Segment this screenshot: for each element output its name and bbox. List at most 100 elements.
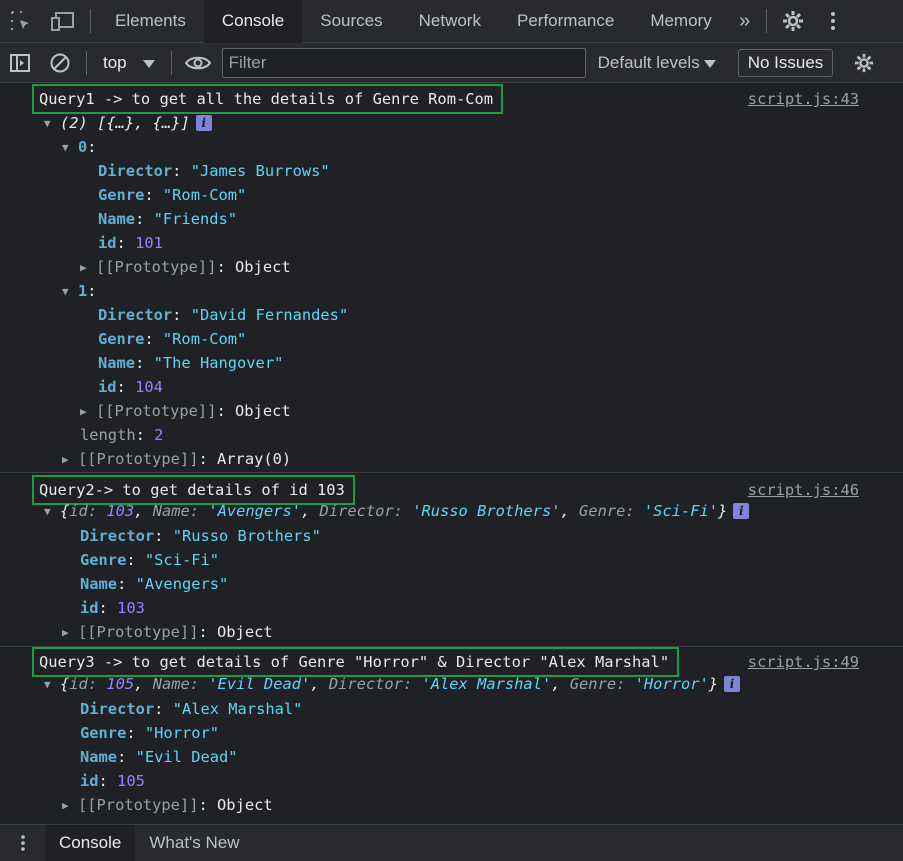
info-icon[interactable]: i (195, 115, 212, 131)
string-value: "Friends" (153, 210, 238, 228)
settings-gear-icon[interactable] (773, 0, 813, 43)
object-preview-row[interactable]: ▼ {id: 103, Name: 'Avengers', Director: '… (44, 499, 750, 524)
property-row: id: 101 (98, 234, 163, 252)
tab-performance[interactable]: Performance (499, 0, 632, 43)
array-summary-row[interactable]: ▼ (2) [{…}, {…}] i (44, 111, 212, 136)
string-value: "Rom-Com" (162, 186, 247, 204)
string-value: "Russo Brothers" (172, 527, 321, 545)
prototype-value: Object (217, 796, 273, 814)
prototype-row[interactable]: ▶ [[Prototype]]: Object (80, 255, 291, 280)
preview-name: 'Evil Dead' (208, 675, 311, 693)
property-row: Name: "Evil Dead" (80, 748, 238, 766)
source-link[interactable]: script.js:49 (748, 650, 859, 674)
string-value: "David Fernandes" (190, 306, 349, 324)
array-item-row[interactable]: ▼ 1: (62, 279, 97, 304)
property-key: id (98, 234, 117, 252)
expand-triangle-icon[interactable]: ▶ (62, 621, 78, 645)
tab-network[interactable]: Network (401, 0, 499, 43)
string-value: "The Hangover" (153, 354, 284, 372)
property-key: Name (98, 354, 136, 372)
tab-elements[interactable]: Elements (97, 0, 204, 43)
property-key: Director (80, 527, 155, 545)
tabbar-divider (90, 9, 91, 33)
string-value: "Rom-Com" (162, 330, 247, 348)
expand-triangle-icon[interactable]: ▼ (44, 112, 60, 136)
console-message: Query2-> to get details of id 103 script… (0, 473, 903, 647)
source-link[interactable]: script.js:43 (748, 87, 859, 111)
number-value: 103 (117, 599, 145, 617)
prototype-key: [[Prototype]] (78, 623, 199, 641)
expand-triangle-icon[interactable]: ▼ (44, 500, 60, 524)
tab-sources[interactable]: Sources (302, 0, 400, 43)
expand-triangle-icon[interactable]: ▶ (62, 448, 78, 472)
string-value: "Evil Dead" (135, 748, 238, 766)
property-key: id (80, 599, 99, 617)
context-label: top (103, 52, 127, 72)
number-value: 104 (135, 378, 163, 396)
console-toolbar: top Default levels No Issues (0, 43, 903, 83)
tab-console[interactable]: Console (203, 0, 303, 43)
object-preview-row[interactable]: ▼ {id: 105, Name: 'Evil Dead', Director: … (44, 672, 741, 697)
preview-genre: 'Sci-Fi' (643, 502, 719, 520)
prototype-value: Array(0) (217, 450, 292, 468)
property-key: Genre (98, 186, 145, 204)
array-summary: (2) [{…}, {…}] (60, 114, 190, 132)
preview-director: 'Alex Marshal' (421, 675, 552, 693)
property-row: Genre: "Rom-Com" (98, 330, 247, 348)
property-row: Name: "Friends" (98, 210, 238, 228)
prototype-key: [[Prototype]] (78, 796, 199, 814)
property-row: Director: "Alex Marshal" (80, 700, 303, 718)
string-value: "Sci-Fi" (144, 551, 220, 569)
live-expression-eye-icon[interactable] (178, 43, 218, 83)
customize-menu-icon[interactable] (813, 0, 853, 43)
console-output: Query1 -> to get all the details of Genr… (0, 84, 903, 824)
source-link[interactable]: script.js:46 (748, 478, 859, 502)
log-text: Query1 -> to get all the details of Genr… (32, 84, 504, 114)
property-row: id: 104 (98, 378, 163, 396)
drawer-tab-console[interactable]: Console (45, 824, 136, 861)
expand-triangle-icon[interactable]: ▼ (62, 136, 78, 160)
string-value: "James Burrows" (190, 162, 330, 180)
clear-console-icon[interactable] (40, 43, 80, 83)
expand-triangle-icon[interactable]: ▶ (80, 256, 96, 280)
prototype-row[interactable]: ▶ [[Prototype]]: Object (80, 399, 291, 424)
expand-triangle-icon[interactable]: ▶ (80, 400, 96, 424)
chevron-down-icon (703, 53, 716, 73)
log-levels-dropdown[interactable]: Default levels (598, 53, 716, 73)
property-key: Director (98, 162, 173, 180)
prototype-value: Object (217, 623, 273, 641)
expand-triangle-icon[interactable]: ▶ (62, 794, 78, 818)
filter-input[interactable] (221, 47, 586, 78)
info-icon[interactable]: i (724, 676, 741, 692)
console-settings-gear-icon[interactable] (849, 43, 879, 83)
drawer-menu-icon[interactable] (0, 825, 45, 861)
property-key: id (98, 378, 117, 396)
expand-triangle-icon[interactable]: ▼ (62, 280, 78, 304)
more-tabs-icon[interactable]: » (730, 0, 760, 43)
string-value: "Horror" (144, 724, 220, 742)
inspect-element-icon[interactable] (0, 0, 42, 43)
context-selector[interactable]: top (93, 43, 165, 83)
toolbar-divider (170, 50, 172, 75)
device-toolbar-icon[interactable] (42, 0, 84, 43)
preview-genre: 'Horror' (634, 675, 709, 693)
array-item-row[interactable]: ▼ 0: (62, 135, 97, 160)
prototype-row[interactable]: ▶ [[Prototype]]: Array(0) (62, 447, 291, 472)
property-key: Name (80, 575, 118, 593)
number-value: 2 (154, 426, 164, 444)
property-row: Director: "Russo Brothers" (80, 527, 321, 545)
issues-button[interactable]: No Issues (737, 48, 834, 77)
prototype-row[interactable]: ▶ [[Prototype]]: Object (62, 620, 273, 645)
property-row: Name: "Avengers" (80, 575, 229, 593)
prototype-row[interactable]: ▶ [[Prototype]]: Object (62, 793, 273, 818)
expand-triangle-icon[interactable]: ▼ (44, 673, 60, 697)
info-icon[interactable]: i (733, 503, 750, 519)
tab-memory[interactable]: Memory (632, 0, 729, 43)
preview-id: 105 (106, 675, 135, 693)
property-row: Genre: "Horror" (80, 724, 220, 742)
drawer-tab-whats-new[interactable]: What's New (135, 825, 253, 861)
property-key: Genre (98, 330, 145, 348)
sidebar-toggle-icon[interactable] (0, 43, 40, 83)
index-key: 0 (78, 138, 88, 156)
property-row: Director: "James Burrows" (98, 162, 330, 180)
